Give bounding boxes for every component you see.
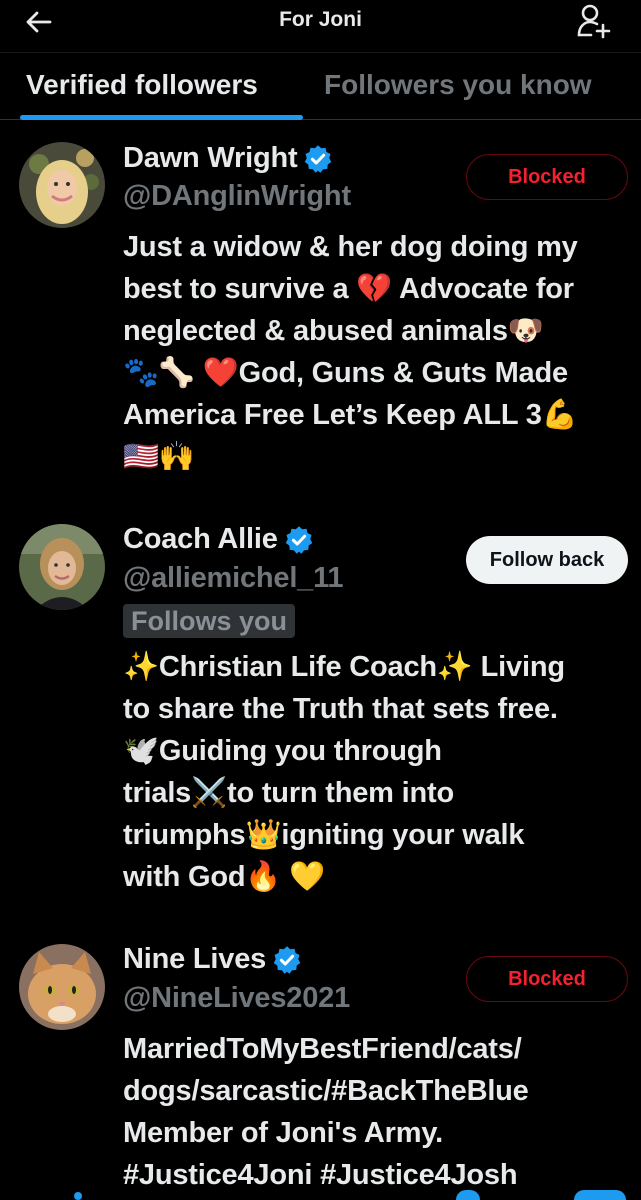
user-bio: MarriedToMyBestFriend/cats/ dogs/sarcast… [123, 1033, 529, 1188]
avatar-image-icon [19, 944, 105, 1030]
home-indicator-dot [74, 1192, 82, 1200]
follow-back-button[interactable]: Follow back [466, 536, 628, 584]
top-bar: For Joni [0, 0, 641, 52]
verified-badge-icon [285, 525, 312, 554]
notification-badge [456, 1190, 480, 1200]
display-name[interactable]: Coach Allie [123, 523, 278, 556]
user-row-nine-lives[interactable]: Nine Lives @NineLives2021 Blocked Marrie… [0, 920, 641, 1190]
add-user-icon [577, 4, 611, 39]
user-handle[interactable]: @DAnglinWright [123, 180, 351, 213]
avatar-image-icon [19, 142, 105, 228]
user-row-coach-allie[interactable]: Coach Allie @alliemichel_11 Follows you … [0, 500, 641, 920]
avatar[interactable] [19, 524, 105, 610]
tab-followers-you-know[interactable]: Followers you know [324, 69, 592, 101]
display-name[interactable]: Nine Lives [123, 943, 266, 976]
add-user-button[interactable] [575, 2, 613, 40]
avatar-image-icon [19, 524, 105, 610]
avatar[interactable] [19, 944, 105, 1030]
user-bio: Just a widow & her dog doing my best to … [123, 231, 578, 473]
user-handle[interactable]: @NineLives2021 [123, 982, 350, 1015]
blocked-button[interactable]: Blocked [466, 956, 628, 1002]
display-name[interactable]: Dawn Wright [123, 142, 298, 175]
page-title: For Joni [279, 8, 362, 31]
name-line: Dawn Wright [123, 142, 333, 175]
verified-badge-icon [273, 945, 301, 974]
verified-badge-icon [305, 144, 332, 173]
bottom-nav-bar [0, 1188, 641, 1200]
tab-verified-followers[interactable]: Verified followers [26, 69, 258, 101]
avatar[interactable] [19, 142, 105, 228]
name-line: Nine Lives [123, 943, 302, 976]
name-line: Coach Allie [123, 523, 314, 556]
user-bio: ✨Christian Life Coach✨ Living to share t… [123, 651, 565, 893]
blocked-button[interactable]: Blocked [466, 154, 628, 200]
followers-screen: For Joni Verified followers Followers yo… [0, 0, 641, 1200]
user-handle[interactable]: @alliemichel_11 [123, 562, 344, 595]
follows-you-badge: Follows you [123, 604, 296, 638]
user-row-dawn-wright[interactable]: Dawn Wright @DAnglinWright Blocked Just … [0, 120, 641, 500]
tab-bar: Verified followers Followers you know [0, 52, 641, 120]
messages-badge [574, 1190, 626, 1200]
